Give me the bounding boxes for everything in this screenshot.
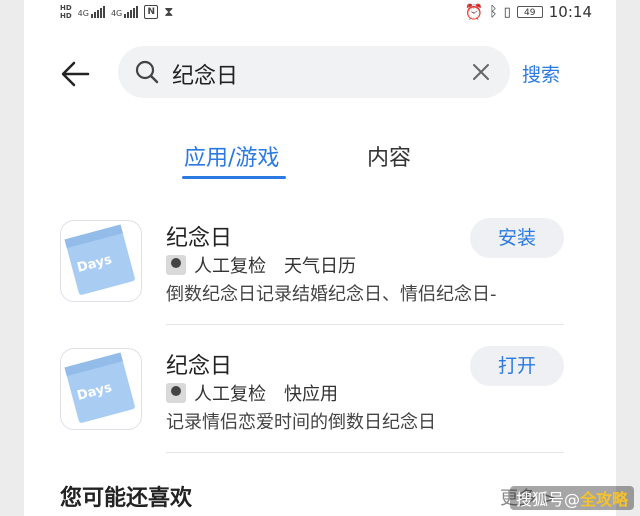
search-query[interactable]: 纪念日 — [172, 58, 238, 90]
clear-icon[interactable] — [470, 61, 492, 87]
back-arrow-icon[interactable] — [58, 56, 94, 92]
search-icon — [134, 59, 160, 89]
app-name[interactable]: 纪念日 — [166, 220, 232, 252]
calendar-icon: Days — [64, 224, 136, 296]
app-icon[interactable]: Days — [60, 348, 142, 430]
app-name[interactable]: 纪念日 — [166, 348, 232, 380]
divider — [166, 452, 564, 453]
watermark: 搜狐号@全攻略 — [509, 486, 634, 510]
signal-4g-icon-2: 4G — [110, 6, 139, 18]
app-icon-text: Days — [75, 380, 114, 404]
install-button[interactable]: 安装 — [470, 218, 564, 258]
app-description: 记录情侣恋爱时间的倒数日纪念日 — [166, 412, 436, 433]
nfc-icon: N — [144, 5, 159, 19]
vibrate-icon: ▯ — [503, 4, 511, 20]
tab-indicator — [182, 176, 286, 179]
watermark-prefix: 搜狐号@ — [515, 490, 580, 509]
status-time: 10:14 — [548, 3, 592, 21]
list-item[interactable]: Days 纪念日 人工复检 天气日历 倒数纪念日记录结婚纪念日、情侣纪念日- 安… — [24, 212, 616, 340]
status-left: HD HD 4G 4G N ⧗ — [60, 4, 173, 20]
calendar-icon: Days — [64, 352, 136, 424]
app-meta: 人工复检 天气日历 — [166, 252, 356, 278]
tab-content[interactable]: 内容 — [367, 140, 411, 172]
status-bar: HD HD 4G 4G N ⧗ ⏰ ᛒ ▯ 49 10:14 — [24, 0, 616, 28]
app-icon[interactable]: Days — [60, 220, 142, 302]
list-item[interactable]: Days 纪念日 人工复检 快应用 记录情侣恋爱时间的倒数日纪念日 打开 — [24, 340, 616, 468]
signal-4g-icon: 4G — [78, 6, 105, 18]
tab-apps-games[interactable]: 应用/游戏 — [184, 140, 279, 172]
app-category: 快应用 — [284, 384, 338, 405]
search-input[interactable]: 纪念日 — [118, 46, 510, 98]
signal-label-2: 4G — [110, 9, 123, 18]
app-description: 倒数纪念日记录结婚纪念日、情侣纪念日- — [166, 284, 497, 305]
app-meta: 人工复检 快应用 — [166, 380, 338, 406]
hourglass-icon: ⧗ — [164, 4, 174, 20]
hd-icon: HD HD — [60, 4, 72, 20]
bluetooth-icon: ᛒ — [489, 4, 498, 20]
section-title: 您可能还喜欢 — [60, 486, 193, 511]
open-button[interactable]: 打开 — [470, 346, 564, 386]
phone-screen: HD HD 4G 4G N ⧗ ⏰ ᛒ ▯ 49 10:14 纪念日 搜索 应用… — [24, 0, 616, 516]
battery-icon: 49 — [516, 6, 543, 18]
app-developer: 人工复检 — [194, 384, 266, 405]
app-developer: 人工复检 — [194, 256, 266, 277]
app-category: 天气日历 — [284, 256, 356, 277]
divider — [166, 324, 564, 325]
signal-label: 4G — [77, 9, 89, 18]
avatar — [166, 383, 186, 403]
alarm-icon: ⏰ — [464, 3, 484, 21]
app-icon-text: Days — [75, 252, 114, 276]
status-right: ⏰ ᛒ ▯ 49 10:14 — [465, 3, 592, 21]
watermark-brand: 全攻略 — [579, 490, 628, 509]
search-button[interactable]: 搜索 — [522, 60, 560, 87]
avatar — [166, 255, 186, 275]
